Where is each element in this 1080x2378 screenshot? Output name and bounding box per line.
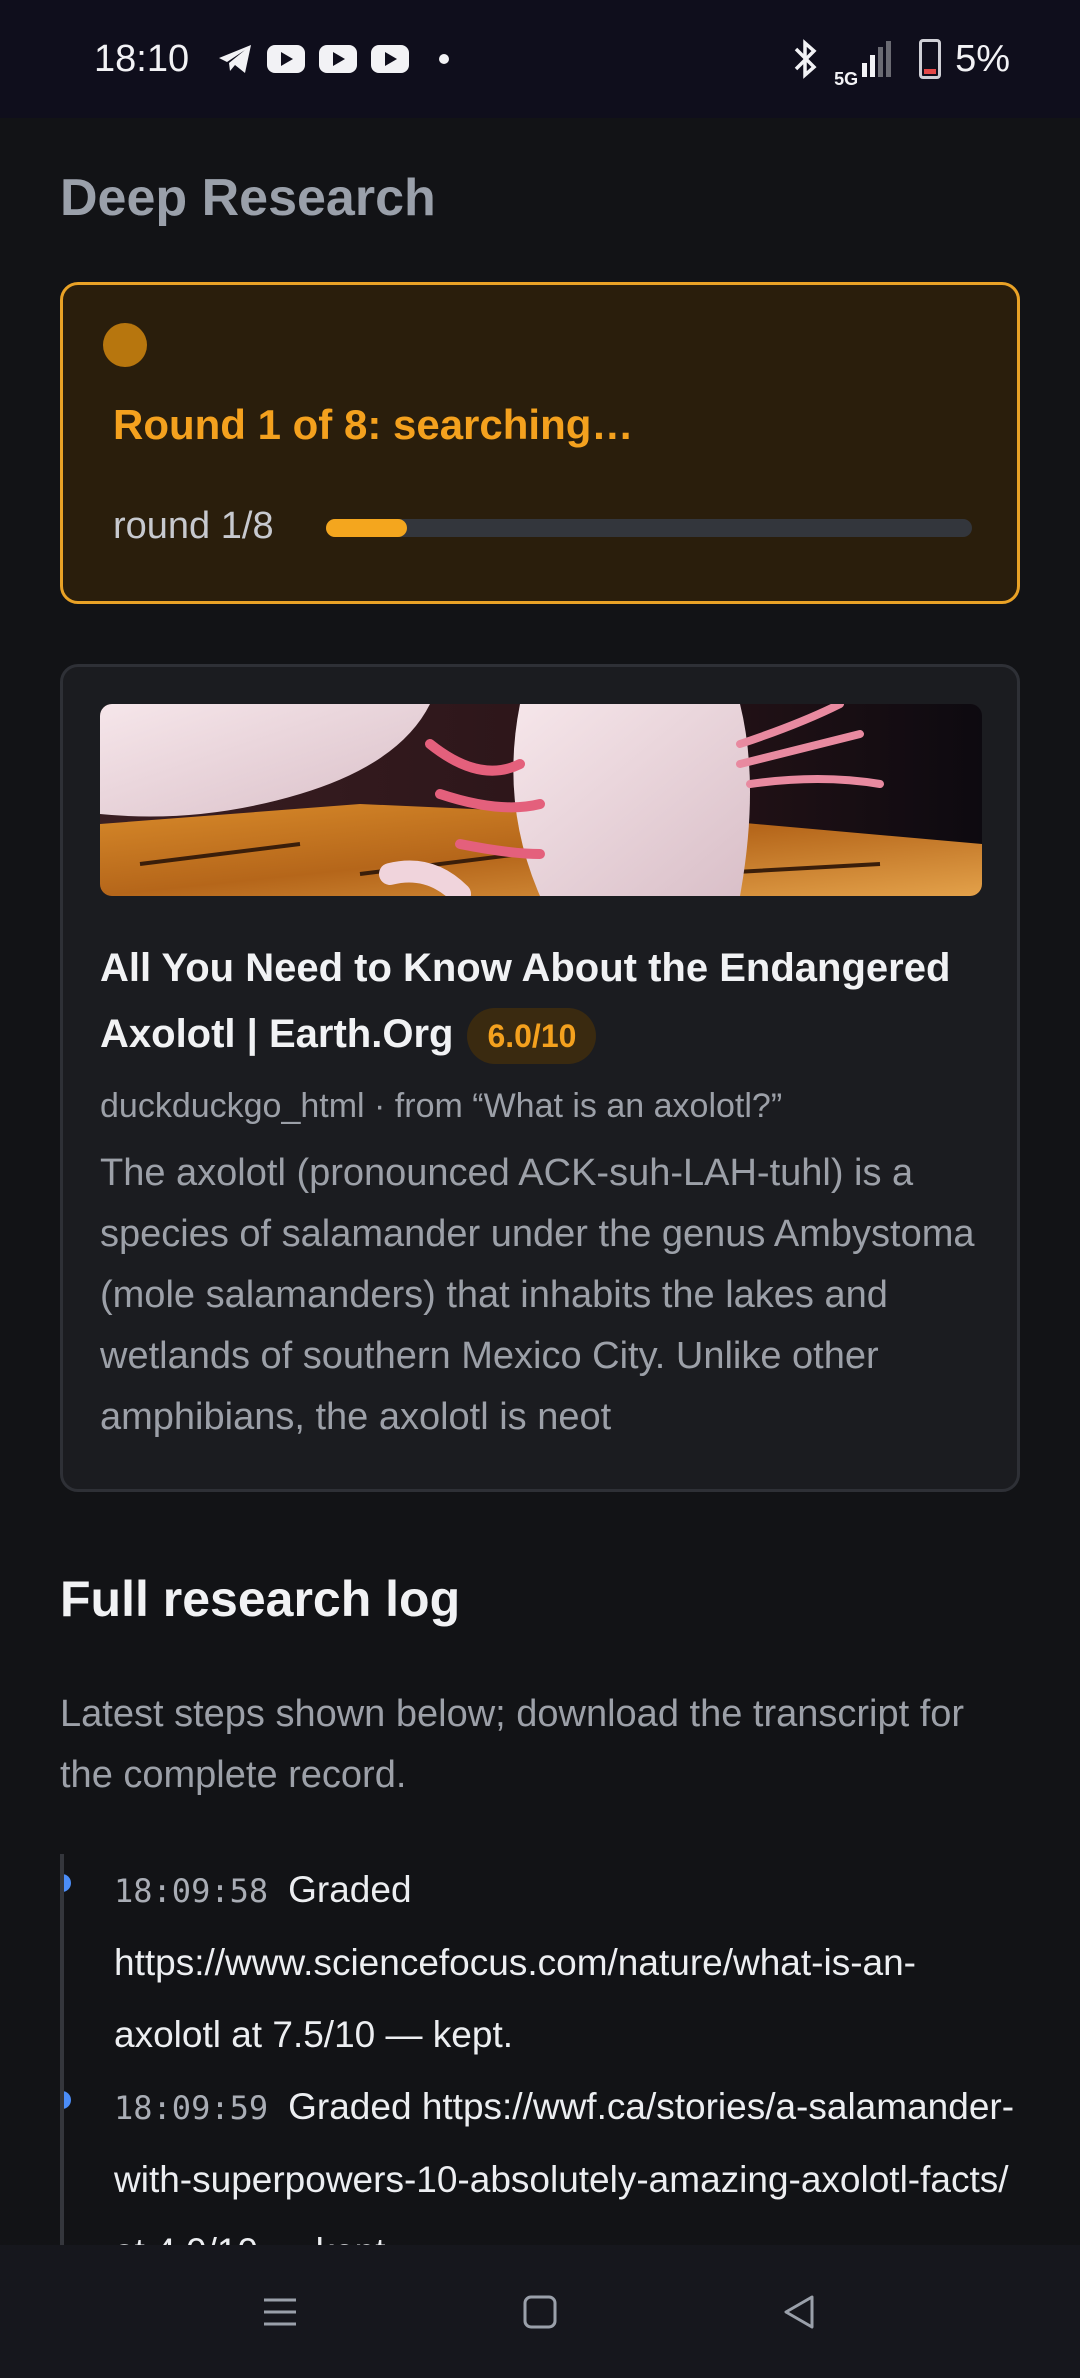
home-button[interactable] bbox=[510, 2282, 570, 2342]
score-badge: 6.0/10 bbox=[467, 1008, 597, 1065]
signal-icon bbox=[862, 41, 892, 77]
battery-percentage: 5% bbox=[955, 37, 1010, 80]
round-label: round 1/8 bbox=[113, 505, 274, 547]
back-button[interactable] bbox=[770, 2282, 830, 2342]
result-title[interactable]: All You Need to Know About the Endangere… bbox=[100, 935, 990, 1067]
result-source: duckduckgo_html · from “What is an axolo… bbox=[100, 1087, 783, 1125]
log-section-description: Latest steps shown below; download the t… bbox=[60, 1693, 965, 1796]
youtube-icon bbox=[371, 45, 410, 73]
log-entry-time: 18:09:58 bbox=[114, 1872, 269, 1910]
log-entry: 18:09:59 Graded https://wwf.ca/stories/a-… bbox=[64, 2071, 1020, 2246]
research-log-timeline[interactable]: 18:09:58 Graded https://www.sciencefocus.… bbox=[60, 1854, 1020, 2246]
log-section-title: Full research log bbox=[60, 1571, 461, 1627]
page-title: Deep Research bbox=[60, 169, 436, 227]
menu-icon bbox=[264, 2298, 296, 2325]
clock: 18:10 bbox=[94, 37, 190, 80]
more-notifications-icon bbox=[439, 54, 450, 64]
telegram-icon bbox=[219, 45, 252, 73]
network-type-label: 5G bbox=[834, 68, 859, 89]
recents-button[interactable] bbox=[250, 2282, 310, 2342]
result-snippet: The axolotl (pronounced ACK-suh-LAH-tuhl… bbox=[100, 1152, 975, 1438]
research-status-card: Round 1 of 8: searching… round 1/8 bbox=[60, 282, 1020, 604]
result-thumbnail bbox=[100, 704, 982, 896]
status-indicator-icon bbox=[103, 323, 147, 367]
home-icon bbox=[523, 2295, 557, 2328]
status-message: Round 1 of 8: searching… bbox=[113, 401, 634, 448]
bluetooth-icon bbox=[794, 39, 817, 79]
log-entry: 18:09:58 Graded https://www.sciencefocus.… bbox=[64, 1854, 1020, 2071]
progress-bar-fill bbox=[326, 519, 407, 537]
status-bar: 18:10 5G 5% bbox=[0, 0, 1080, 118]
result-card[interactable]: All You Need to Know About the Endangere… bbox=[60, 664, 1020, 1492]
youtube-icon bbox=[267, 45, 306, 73]
progress-bar bbox=[326, 519, 972, 537]
system-navigation-bar bbox=[0, 2245, 1080, 2378]
youtube-icon bbox=[319, 45, 358, 73]
battery-icon bbox=[919, 39, 942, 79]
timeline-dot-icon bbox=[64, 1874, 71, 1892]
log-entry-time: 18:09:59 bbox=[114, 2089, 269, 2127]
timeline-dot-icon bbox=[64, 2091, 71, 2109]
back-icon bbox=[784, 2295, 814, 2328]
